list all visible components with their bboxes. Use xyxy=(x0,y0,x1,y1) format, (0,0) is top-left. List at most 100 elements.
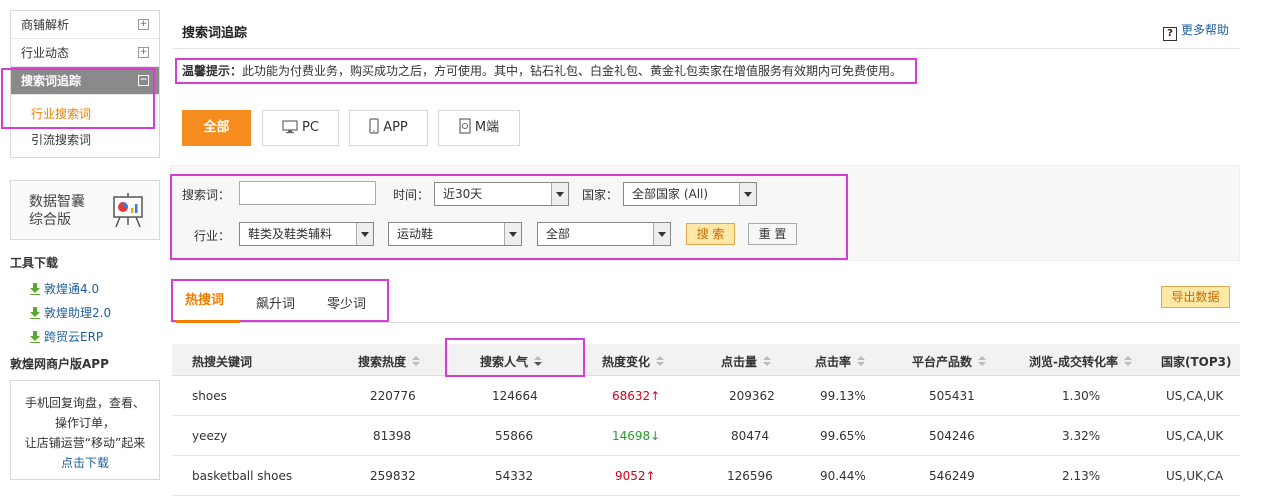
download-icon xyxy=(30,283,40,295)
col-header-label: 平台产品数 xyxy=(912,355,973,369)
col-header-countries: 国家(TOP3) xyxy=(1161,355,1232,369)
industry-select-level3[interactable]: 全部 xyxy=(537,222,671,246)
cell-countries: US,UK,CA xyxy=(1166,469,1224,483)
app-promo-box: 手机回复询盘，查看、 操作订单， 让店铺运营“移动”起来 点击下载 xyxy=(10,380,160,480)
tab-hot-keywords[interactable]: 热搜词 xyxy=(185,289,224,308)
download-icon xyxy=(30,331,40,343)
notice-text: 此功能为付费业务，购买成功之后，方可使用。其中，钻石礼包、白金礼包、黄金礼包卖家… xyxy=(242,64,903,78)
platform-tab-all[interactable]: 全部 xyxy=(182,110,251,146)
search-button[interactable]: 搜 索 xyxy=(686,223,735,245)
cell-heat: 81398 xyxy=(373,429,412,443)
promo-line: 综合版 xyxy=(29,212,71,228)
platform-tab-mobile-web[interactable]: M端 xyxy=(438,110,520,146)
select-value: 全部国家 (All) xyxy=(632,187,709,201)
divider xyxy=(172,48,1240,49)
col-header-heat[interactable]: 搜索热度 xyxy=(358,353,421,370)
change-value: 9052 xyxy=(615,469,646,483)
app-title: 敦煌网商户版APP xyxy=(10,357,109,371)
cell-clicks: 126596 xyxy=(727,469,773,483)
industry-select-level1[interactable]: 鞋类及鞋类辅料 xyxy=(239,222,374,246)
keyword-input[interactable] xyxy=(239,181,376,205)
industry-select-level2[interactable]: 运动鞋 xyxy=(388,222,522,246)
sidebar-highlight-box xyxy=(1,68,155,129)
menu-item-label: 行业动态 xyxy=(21,46,70,60)
sort-icon[interactable] xyxy=(857,356,866,367)
select-value: 全部 xyxy=(546,227,571,241)
cell-countries: US,CA,UK xyxy=(1166,429,1224,443)
cell-popularity: 54332 xyxy=(495,469,534,483)
tabs-divider xyxy=(172,322,1240,323)
chevron-down-icon xyxy=(551,183,568,205)
cell-heat-change: 14698↓ xyxy=(612,429,660,443)
change-value: 14698 xyxy=(612,429,651,443)
cell-conversion: 2.13% xyxy=(1062,469,1101,483)
cell-popularity: 55866 xyxy=(495,429,534,443)
sort-icon[interactable] xyxy=(763,356,772,367)
cell-keyword: basketball shoes xyxy=(192,469,293,483)
cell-conversion: 3.32% xyxy=(1062,429,1101,443)
col-header-label: 点击率 xyxy=(815,355,852,369)
menu-item-industry-news[interactable]: 行业动态 + xyxy=(11,39,159,67)
tool-label: 跨贸云ERP xyxy=(44,330,104,344)
arrow-up-icon: ↑ xyxy=(645,469,656,483)
app-download-link[interactable]: 点击下载 xyxy=(11,453,159,473)
tools-list: 敦煌通4.0 敦煌助理2.0 跨贸云ERP xyxy=(10,277,160,349)
col-header-keyword: 热搜关键词 xyxy=(192,355,253,369)
help-link[interactable]: ? 更多帮助 xyxy=(1163,21,1229,41)
col-header-clicks[interactable]: 点击量 xyxy=(721,353,772,370)
cell-products: 505431 xyxy=(929,389,975,403)
select-value: 运动鞋 xyxy=(397,227,434,241)
cell-clicks: 209362 xyxy=(729,389,775,403)
tool-link-assistant[interactable]: 敦煌助理2.0 xyxy=(10,301,160,325)
col-header-label: 点击量 xyxy=(721,355,758,369)
platform-tab-label: PC xyxy=(302,120,319,135)
select-value: 近30天 xyxy=(443,187,483,201)
time-label: 时间： xyxy=(393,188,430,202)
tool-label: 敦煌助理2.0 xyxy=(44,306,112,320)
sort-icon[interactable] xyxy=(1123,356,1132,367)
col-header-heat-change[interactable]: 热度变化 xyxy=(602,353,665,370)
time-select[interactable]: 近30天 xyxy=(434,182,569,206)
tool-link-dunhuangtong[interactable]: 敦煌通4.0 xyxy=(10,277,160,301)
submenu-item-traffic-keywords[interactable]: 引流搜索词 xyxy=(11,127,159,153)
promo-line: 数据智囊 xyxy=(29,194,85,210)
tool-link-erp[interactable]: 跨贸云ERP xyxy=(10,325,160,349)
sort-icon[interactable] xyxy=(978,356,987,367)
col-header-products[interactable]: 平台产品数 xyxy=(912,353,987,370)
cell-heat-change: 68632↑ xyxy=(612,389,660,403)
presentation-chart-icon xyxy=(113,193,143,228)
sort-icon[interactable] xyxy=(412,356,421,367)
arrow-down-icon: ↓ xyxy=(650,429,661,443)
help-icon: ? xyxy=(1163,27,1177,41)
tools-title: 工具下载 xyxy=(10,256,59,270)
reset-button[interactable]: 重 置 xyxy=(748,223,797,245)
sort-icon[interactable] xyxy=(656,356,665,367)
cell-products: 504246 xyxy=(929,429,975,443)
platform-tab-pc[interactable]: PC xyxy=(262,110,339,146)
page-title: 搜索词追踪 xyxy=(182,26,248,41)
col-header-ctr[interactable]: 点击率 xyxy=(815,353,866,370)
country-select[interactable]: 全部国家 (All) xyxy=(623,182,757,206)
data-promo-banner[interactable]: 数据智囊 综合版 xyxy=(10,180,160,240)
col-header-conversion[interactable]: 浏览-成交转化率 xyxy=(1029,353,1132,370)
export-data-button[interactable]: 导出数据 xyxy=(1161,286,1230,308)
menu-item-shop-analysis[interactable]: 商铺解析 + xyxy=(11,11,159,39)
expand-icon[interactable]: + xyxy=(138,47,149,58)
cell-keyword: yeezy xyxy=(192,429,228,443)
industry-label: 行业： xyxy=(194,229,231,243)
tab-rare-keywords[interactable]: 零少词 xyxy=(327,293,366,312)
cell-heat: 220776 xyxy=(370,389,416,403)
tab-rising-keywords[interactable]: 飙升词 xyxy=(256,293,295,312)
active-tab-indicator xyxy=(176,320,240,323)
cell-countries: US,CA,UK xyxy=(1166,389,1224,403)
notice-banner: 温馨提示：此功能为付费业务，购买成功之后，方可使用。其中，钻石礼包、白金礼包、黄… xyxy=(175,58,917,84)
expand-icon[interactable]: + xyxy=(138,19,149,30)
chevron-down-icon xyxy=(653,223,670,245)
platform-tab-label: 全部 xyxy=(203,120,230,135)
help-label: 更多帮助 xyxy=(1181,23,1230,37)
tool-label: 敦煌通4.0 xyxy=(44,282,100,296)
col-header-label: 浏览-成交转化率 xyxy=(1029,355,1118,369)
arrow-up-icon: ↑ xyxy=(650,389,661,403)
platform-tab-app[interactable]: APP xyxy=(349,110,428,146)
cell-popularity: 124664 xyxy=(492,389,538,403)
